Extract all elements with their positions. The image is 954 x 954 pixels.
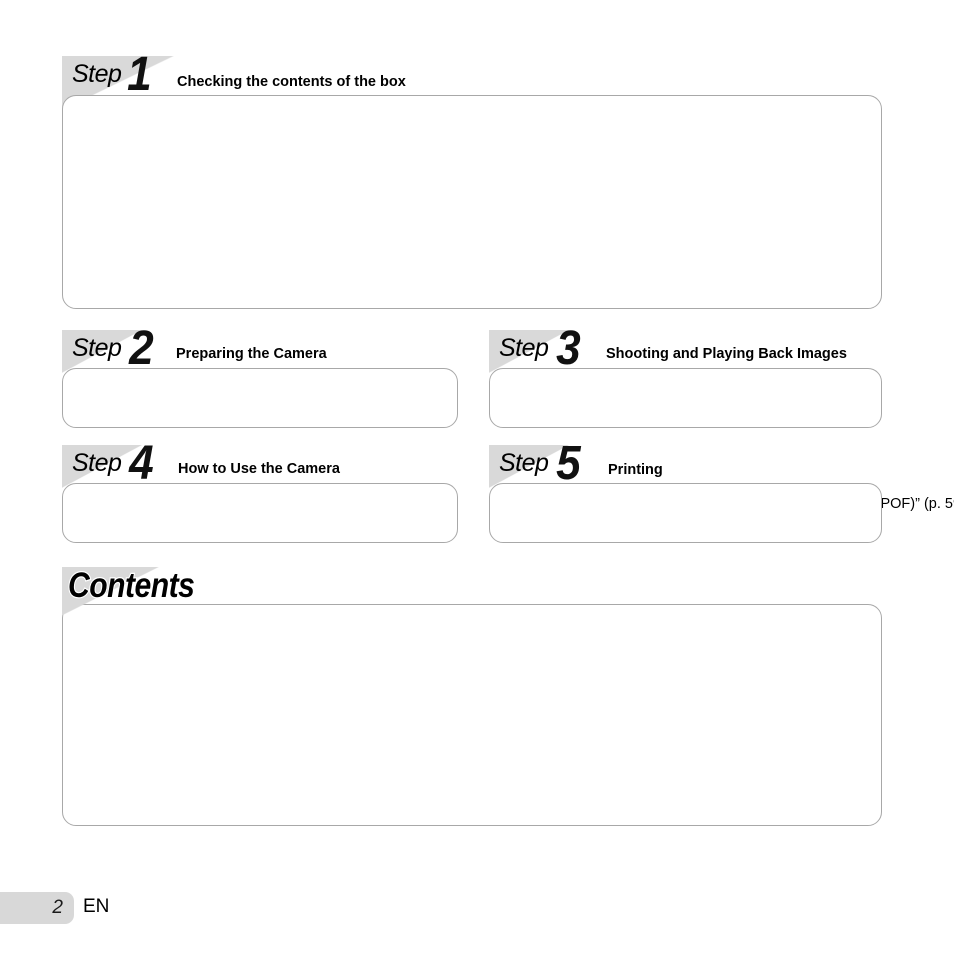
step-3-word: Step (499, 334, 549, 362)
step-5-word: Step (499, 449, 549, 477)
step-1-number: 1 (127, 48, 152, 101)
step-3-number: 3 (556, 322, 581, 375)
box-contents-panel (62, 95, 882, 309)
step-1-title: Checking the contents of the box (177, 74, 406, 90)
step-3-title: Shooting and Playing Back Images (606, 346, 847, 362)
step-4-panel (62, 483, 458, 543)
step-2-panel (62, 368, 458, 428)
contents-panel (62, 604, 882, 826)
step-5-number: 5 (556, 437, 581, 490)
step-3-panel (489, 368, 882, 428)
step-4-word: Step (72, 449, 122, 477)
contents-title: Contents (67, 565, 196, 606)
language-code: EN (83, 896, 110, 917)
manual-page: Step 1 Checking the contents of the box (0, 0, 954, 954)
step-2-number: 2 (129, 322, 154, 375)
step-2-word: Step (72, 334, 122, 362)
contents-heading: Contents (62, 565, 362, 619)
step-4-title: How to Use the Camera (178, 461, 340, 477)
page-number-tab: 2 (0, 892, 74, 924)
step-5-title: Printing (608, 462, 663, 478)
page-number: 2 (52, 897, 63, 918)
step-4-number: 4 (129, 437, 154, 490)
step-5-panel (489, 483, 882, 543)
step-2-title: Preparing the Camera (176, 346, 327, 362)
step-1-word: Step (72, 60, 122, 88)
